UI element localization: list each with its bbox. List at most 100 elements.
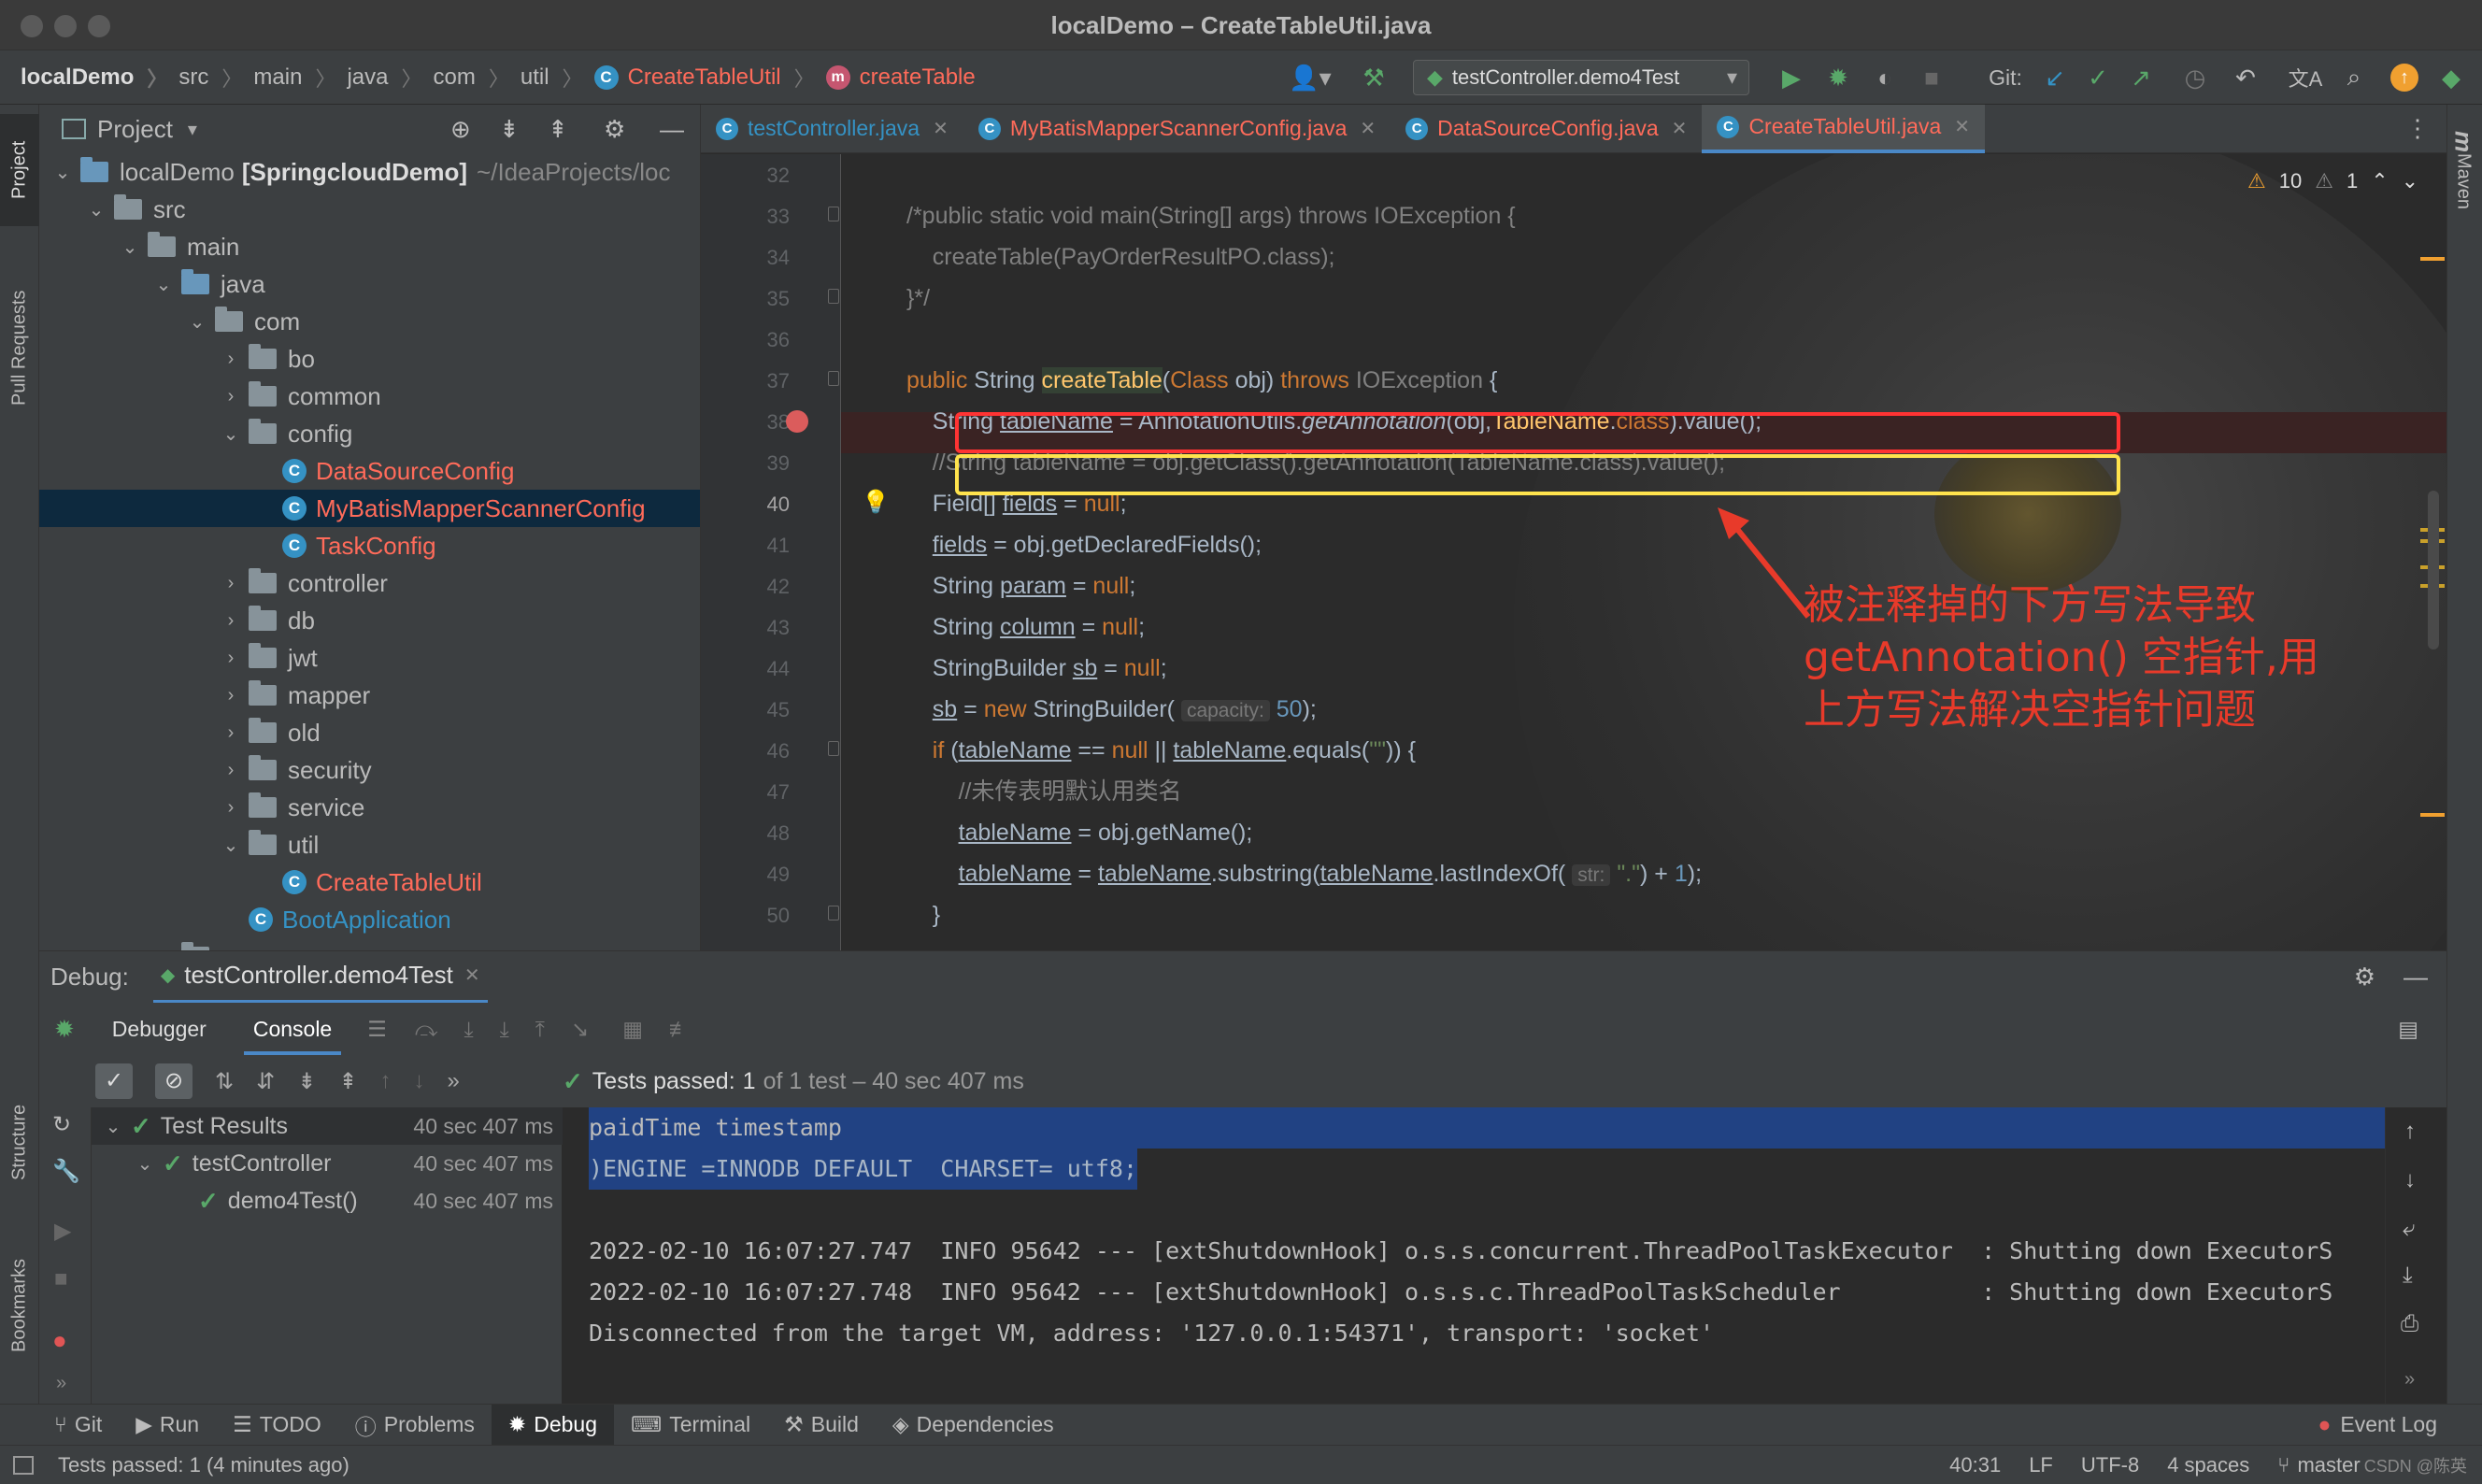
tab-mybatismapperscannerconfig[interactable]: C MyBatisMapperScannerConfig.java ✕	[963, 105, 1391, 153]
minimize-window-button[interactable]	[54, 15, 77, 37]
tree-item[interactable]: ⌄resources	[39, 938, 700, 950]
plugin-icon[interactable]: ◆	[2430, 50, 2473, 105]
tool-build[interactable]: ⚒ Build	[767, 1405, 876, 1446]
tree-item[interactable]: › db	[39, 602, 700, 639]
tree-item[interactable]: ⌄ src	[39, 191, 700, 228]
update-icon[interactable]: ↑	[2383, 50, 2426, 105]
close-icon[interactable]: ✕	[933, 117, 949, 140]
chevron-down-icon[interactable]: ▾	[188, 118, 197, 141]
tab-debugger[interactable]: Debugger	[112, 1017, 207, 1042]
chevron-down-icon[interactable]: ⌄	[2402, 169, 2418, 193]
tab-testcontroller[interactable]: CtestController.java ✕	[701, 105, 963, 153]
line-number[interactable]: 41	[701, 534, 790, 558]
tree-item[interactable]: ⌄ java	[39, 265, 700, 303]
search-icon[interactable]: ⌕	[2332, 50, 2375, 105]
expand-all-icon[interactable]: ⇟	[499, 115, 520, 144]
chevron-down-icon[interactable]: ⌄	[86, 198, 107, 221]
collapse-all-icon[interactable]: ⇞	[548, 115, 568, 144]
close-icon[interactable]: ✕	[1672, 117, 1688, 140]
line-number[interactable]: 44	[701, 657, 790, 681]
expand-all-icon[interactable]: ⇟	[297, 1068, 316, 1095]
print-icon[interactable]: ⎙	[2401, 1311, 2418, 1337]
chevron-down-icon[interactable]: ⌄	[153, 273, 174, 296]
build-hammer-icon[interactable]: ⚒	[1350, 50, 1397, 105]
tree-item[interactable]: ⌄ util	[39, 826, 700, 863]
previous-icon[interactable]: ↑	[379, 1068, 391, 1094]
chevron-right-icon[interactable]: ›	[221, 797, 241, 819]
tool-run[interactable]: ▶ Run	[119, 1405, 216, 1446]
tree-item[interactable]: C MyBatisMapperScannerConfig	[39, 490, 700, 527]
soft-wrap-icon[interactable]: ⤶	[2403, 1216, 2415, 1242]
menu-icon[interactable]: ☰	[367, 1017, 387, 1042]
git-push-icon[interactable]: ↗	[2119, 50, 2162, 105]
breakpoint-icon[interactable]	[786, 410, 808, 433]
inspection-widget[interactable]: ⚠ 10 ⚠ 1 ⌃ ⌄	[2247, 169, 2418, 193]
fold-marker-icon[interactable]	[828, 289, 839, 304]
gear-icon[interactable]: ⚙	[2354, 963, 2375, 992]
sort-duration-icon[interactable]: ⇵	[256, 1068, 275, 1095]
coverage-icon[interactable]: ◐	[1862, 50, 1908, 105]
tree-item[interactable]: ⌄ com	[39, 303, 700, 340]
chevron-down-icon[interactable]: ⌄	[52, 161, 73, 184]
close-window-button[interactable]	[21, 15, 43, 37]
tab-createtableutil[interactable]: C CreateTableUtil.java ✕	[1702, 104, 1986, 153]
line-number[interactable]: 33	[701, 205, 790, 229]
sort-alpha-icon[interactable]: ⇅	[215, 1068, 234, 1095]
tab-datasourceconfig[interactable]: C DataSourceConfig.java ✕	[1391, 105, 1702, 153]
line-number[interactable]: 48	[701, 821, 790, 846]
tab-console[interactable]: Console	[243, 1003, 342, 1055]
trace-icon[interactable]: ≢	[669, 1017, 691, 1042]
code-editor[interactable]: ⚠ 10 ⚠ 1 ⌃ ⌄ /*public static void main(Stri…	[841, 154, 2446, 950]
tree-item[interactable]: C TaskConfig	[39, 527, 700, 564]
bookmarks-tool-tab[interactable]: Bookmarks	[0, 1235, 39, 1376]
tree-item[interactable]: › security	[39, 751, 700, 789]
line-number[interactable]: 35	[701, 287, 790, 311]
hide-panel-icon[interactable]: —	[660, 115, 684, 144]
test-result-row[interactable]: ⌄ ✓ testController 40 sec 407 ms	[92, 1145, 563, 1182]
breadcrumb-item[interactable]: C CreateTableUtil 〉	[589, 63, 820, 93]
close-icon[interactable]: ✕	[1360, 117, 1376, 140]
indent-setting[interactable]: 4 spaces	[2167, 1453, 2249, 1477]
scroll-up-icon[interactable]: ↑	[2404, 1119, 2416, 1145]
tool-terminal[interactable]: ⌨ Terminal	[614, 1405, 767, 1446]
chevron-up-icon[interactable]: ⌃	[2371, 169, 2388, 193]
line-number[interactable]: 42	[701, 575, 790, 599]
tree-item[interactable]: › jwt	[39, 639, 700, 677]
console-output[interactable]: paidTime timestamp )ENGINE =INNODB DEFAU…	[563, 1107, 2385, 1404]
pull-requests-tool-tab[interactable]: Pull Requests	[0, 254, 39, 441]
chevron-right-icon[interactable]: ›	[221, 386, 241, 407]
stop-icon[interactable]: ■	[54, 1266, 68, 1292]
more-tabs-icon[interactable]: ⋮	[2405, 114, 2430, 143]
fold-marker-icon[interactable]	[828, 906, 839, 920]
history-icon[interactable]: ◷	[2174, 50, 2217, 105]
breadcrumb-item[interactable]: localDemo 〉	[15, 63, 173, 93]
debug-bug-icon[interactable]: ✹	[1815, 50, 1862, 105]
line-number[interactable]: 43	[701, 616, 790, 640]
line-number[interactable]: 37	[701, 369, 790, 393]
breadcrumb-item[interactable]: src 〉	[173, 63, 248, 93]
run-to-cursor-icon[interactable]: ↘	[571, 1017, 589, 1042]
scroll-to-end-icon[interactable]: ⤓	[2403, 1263, 2413, 1289]
more-icon[interactable]: »	[2404, 1369, 2415, 1391]
fold-marker-icon[interactable]	[828, 371, 839, 386]
caret-position[interactable]: 40:31	[1949, 1453, 2001, 1477]
more-icon[interactable]: »	[447, 1068, 459, 1094]
breadcrumb-item[interactable]: util 〉	[515, 63, 589, 93]
line-number[interactable]: 32	[701, 164, 790, 188]
translate-icon[interactable]: 文A	[2284, 50, 2327, 105]
scroll-down-icon[interactable]: ↓	[2404, 1167, 2416, 1193]
maven-tool-tab[interactable]: m Maven	[2446, 114, 2481, 226]
test-result-row[interactable]: ⌄ ✓ Test Results 40 sec 407 ms	[92, 1107, 563, 1145]
tree-item[interactable]: C BootApplication	[39, 901, 700, 938]
tree-item[interactable]: › controller	[39, 564, 700, 602]
tool-dependencies[interactable]: ◈ Dependencies	[876, 1405, 1071, 1446]
next-icon[interactable]: ↓	[413, 1068, 424, 1094]
tree-item[interactable]: C CreateTableUtil	[39, 863, 700, 901]
tree-item[interactable]: › common	[39, 378, 700, 415]
rerun-icon[interactable]: ↻	[52, 1111, 71, 1138]
close-icon[interactable]: ✕	[464, 963, 480, 987]
toggle-tool-windows-icon[interactable]	[13, 1455, 34, 1475]
git-commit-icon[interactable]: ✓	[2076, 50, 2119, 105]
project-panel-title[interactable]: Project	[97, 115, 173, 144]
chevron-right-icon[interactable]: ›	[221, 648, 241, 669]
